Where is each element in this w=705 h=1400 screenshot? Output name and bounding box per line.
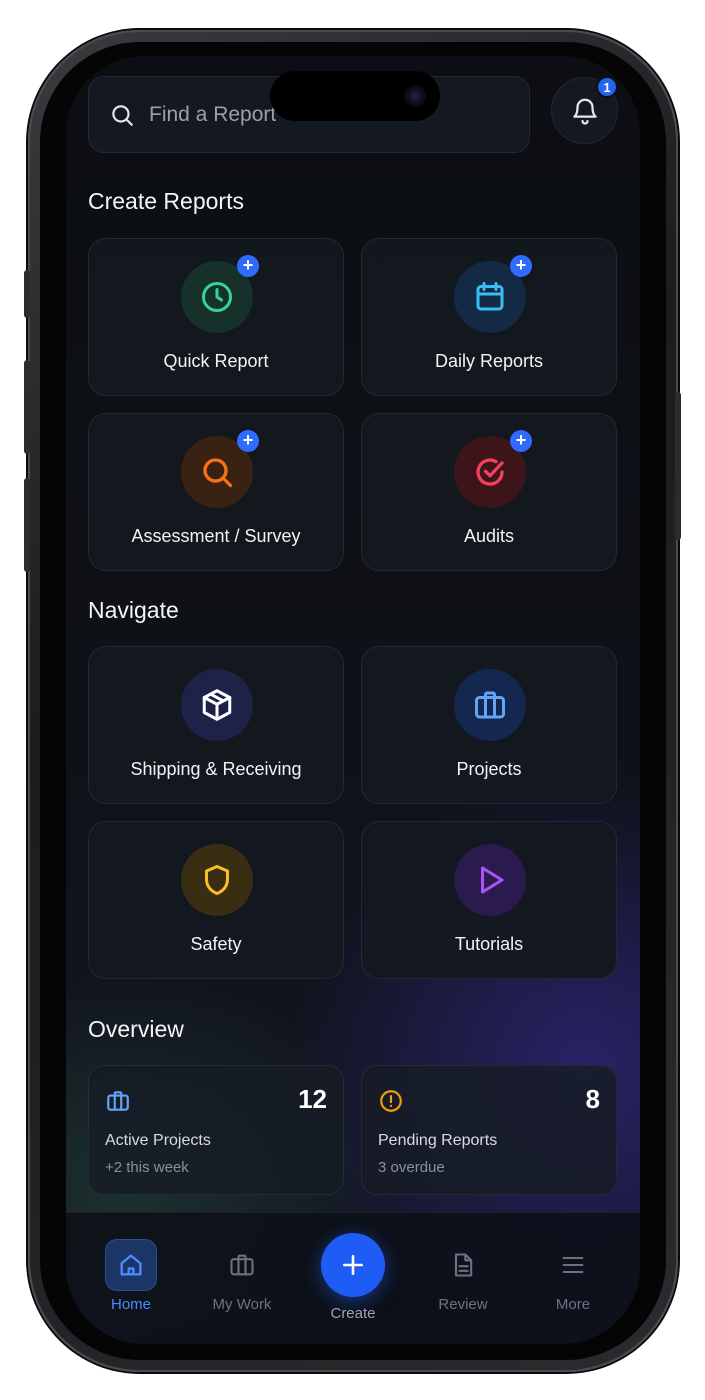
assessment-icon-circle: + — [181, 430, 259, 508]
menu-icon — [562, 1256, 584, 1274]
document-icon — [454, 1253, 473, 1277]
card-safety[interactable]: Safety — [88, 821, 344, 979]
home-icon — [120, 1254, 142, 1276]
briefcase-icon — [475, 691, 505, 719]
search-icon — [112, 104, 133, 126]
calendar-icon — [476, 282, 504, 311]
notification-count-badge: 1 — [596, 76, 618, 98]
briefcase-icon — [107, 1091, 129, 1111]
audits-icon-circle: + — [454, 430, 532, 508]
plus-icon: + — [510, 255, 532, 277]
create-button[interactable] — [321, 1233, 385, 1297]
card-label: Quick Report — [163, 351, 269, 371]
review-tab-icon-bg — [437, 1239, 489, 1291]
section-title-overview: Overview — [88, 1016, 184, 1042]
stat-title: Pending Reports — [378, 1132, 498, 1149]
section-title-navigate: Navigate — [88, 597, 179, 623]
app-screen: Find a Report 1 Create Reports + Quick R… — [66, 56, 640, 1344]
card-assessment-survey[interactable]: + Assessment / Survey — [88, 413, 344, 571]
card-label: Safety — [190, 934, 242, 954]
plus-icon: + — [510, 430, 532, 452]
my-work-tab-icon-bg — [216, 1239, 268, 1291]
volume-up-button — [24, 360, 30, 454]
volume-down-button — [24, 478, 30, 572]
plus-icon — [343, 1255, 363, 1275]
play-icon — [481, 866, 504, 894]
power-button — [675, 392, 681, 540]
action-button — [24, 270, 30, 318]
plus-icon: + — [237, 430, 259, 452]
card-projects[interactable]: Projects — [361, 646, 617, 804]
quick-report-icon-circle: + — [181, 255, 259, 333]
section-title-create-reports: Create Reports — [88, 188, 244, 214]
create-label: Create — [330, 1305, 376, 1322]
check-circle-icon — [476, 458, 504, 486]
daily-reports-icon-circle: + — [454, 255, 532, 333]
safety-icon-circle — [181, 844, 253, 916]
shield-icon — [205, 865, 229, 895]
card-label: Daily Reports — [434, 351, 544, 371]
card-label: Audits — [463, 526, 515, 546]
card-label: Shipping & Receiving — [130, 759, 302, 779]
card-shipping-receiving[interactable]: Shipping & Receiving — [88, 646, 344, 804]
card-audits[interactable]: + Audits — [361, 413, 617, 571]
plus-icon: + — [237, 255, 259, 277]
home-tab-icon-bg — [105, 1239, 157, 1291]
tutorials-icon-circle — [454, 844, 526, 916]
tab-label: Home — [110, 1296, 151, 1313]
card-label: Assessment / Survey — [131, 526, 301, 546]
camera-icon — [404, 85, 426, 107]
tab-label: More — [555, 1296, 591, 1313]
more-tab-icon-bg — [547, 1239, 599, 1291]
stat-subtitle: +2 this week — [105, 1159, 189, 1176]
briefcase-icon — [230, 1254, 254, 1276]
card-label: Projects — [456, 759, 522, 779]
tab-review[interactable]: Review — [418, 1239, 508, 1313]
tab-label: My Work — [212, 1296, 272, 1313]
card-quick-report[interactable]: + Quick Report — [88, 238, 344, 396]
tab-more[interactable]: More — [528, 1239, 618, 1313]
dynamic-island — [270, 71, 440, 121]
package-icon — [202, 689, 232, 721]
stat-card-pending-reports[interactable]: 8 Pending Reports 3 overdue — [361, 1065, 617, 1195]
card-tutorials[interactable]: Tutorials — [361, 821, 617, 979]
alert-circle-icon — [380, 1090, 402, 1112]
search-icon — [203, 458, 233, 488]
tab-my-work[interactable]: My Work — [197, 1239, 287, 1313]
stat-title: Active Projects — [105, 1132, 211, 1149]
notifications-button[interactable]: 1 — [551, 76, 618, 144]
bell-icon — [572, 98, 597, 125]
stat-value: 8 — [585, 1084, 600, 1114]
tab-label: Review — [438, 1296, 488, 1313]
card-daily-reports[interactable]: + Daily Reports — [361, 238, 617, 396]
stat-subtitle: 3 overdue — [378, 1159, 445, 1176]
card-label: Tutorials — [454, 934, 524, 954]
bottom-tab-bar: Home My Work Create Review More — [66, 1212, 640, 1344]
clock-icon — [202, 282, 232, 312]
shipping-icon-circle — [181, 669, 253, 741]
projects-icon-circle — [454, 669, 526, 741]
search-input[interactable]: Find a Report — [149, 103, 276, 127]
tab-home[interactable]: Home — [86, 1239, 176, 1313]
stat-card-active-projects[interactable]: 12 Active Projects +2 this week — [88, 1065, 344, 1195]
stat-value: 12 — [298, 1084, 327, 1114]
